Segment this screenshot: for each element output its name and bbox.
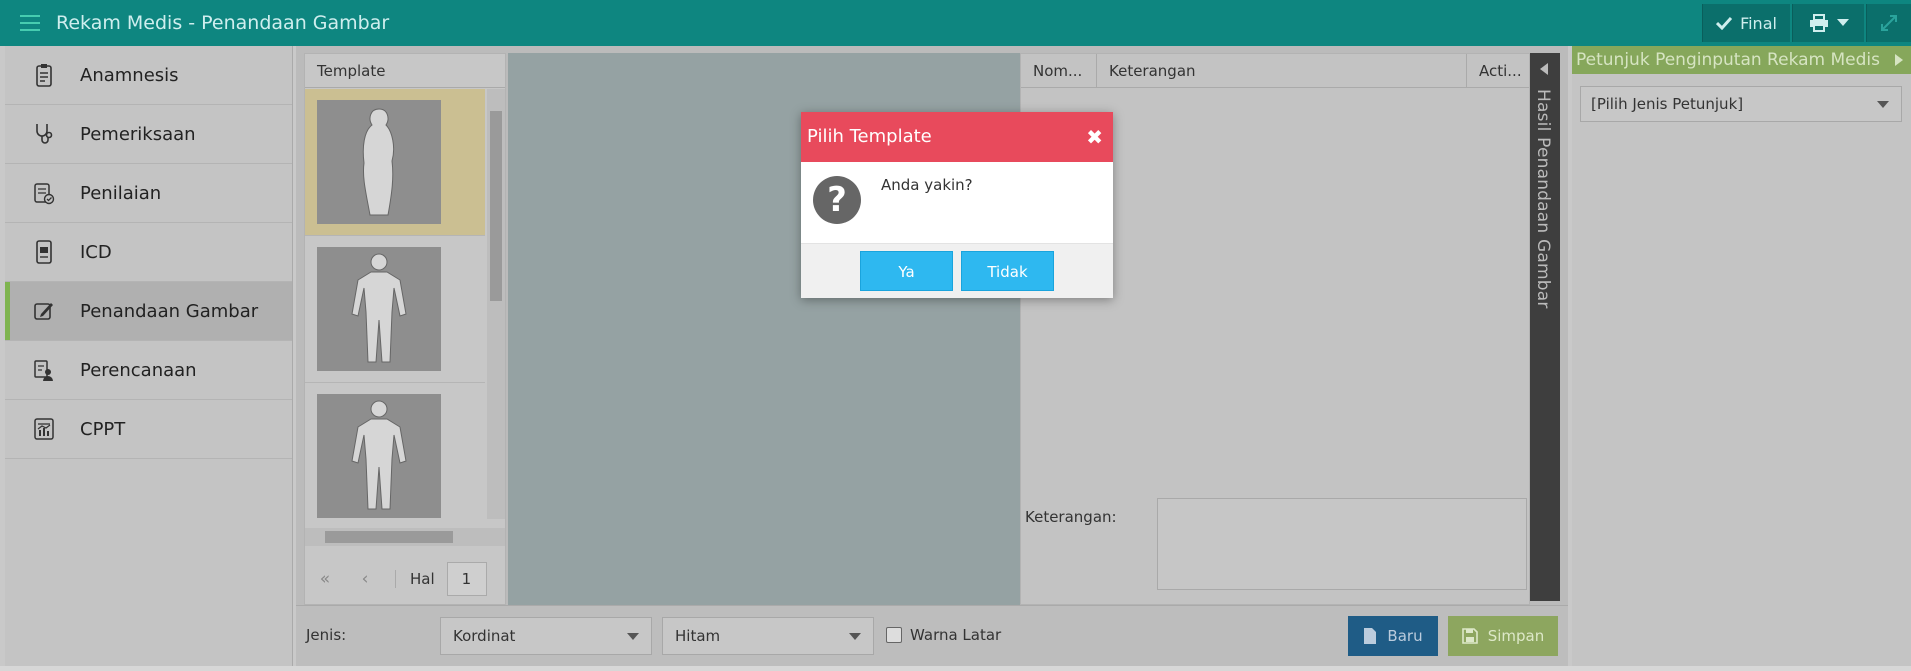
expand-icon	[1881, 15, 1897, 31]
help-panel-title: Petunjuk Penginputan Rekam Medis	[1576, 50, 1880, 70]
keterangan-textarea[interactable]	[1157, 498, 1527, 590]
sidebar-item-label: Penilaian	[80, 182, 162, 204]
caret-down-icon	[1836, 19, 1849, 26]
keterangan-label: Keterangan:	[1025, 508, 1117, 526]
sidebar-item-pemeriksaan[interactable]: Pemeriksaan	[5, 105, 292, 164]
final-button[interactable]: Final	[1702, 4, 1790, 42]
color-select[interactable]: Hitam	[662, 617, 874, 655]
dialog-body: ? Anda yakin?	[801, 162, 1113, 244]
sidebar-item-penandaan-gambar[interactable]: Penandaan Gambar	[5, 282, 292, 341]
checkbox-label: Warna Latar	[910, 626, 1002, 644]
close-icon[interactable]: ✖	[1086, 112, 1103, 162]
expand-button[interactable]	[1866, 4, 1911, 42]
template-list	[305, 89, 485, 519]
checkbox-box[interactable]	[886, 627, 902, 643]
clipboard-icon	[36, 64, 52, 87]
column-header-keterangan[interactable]: Keterangan	[1097, 54, 1467, 87]
first-page-icon[interactable]: «	[305, 569, 345, 589]
hasil-penandaan-side-tab[interactable]: Hasil Penandaan Gambar	[1530, 53, 1560, 601]
file-icon	[1364, 628, 1377, 644]
save-button-label: Simpan	[1487, 627, 1545, 645]
collapse-left-icon[interactable]	[1540, 63, 1548, 75]
template-thumbnail	[317, 247, 441, 371]
template-item[interactable]	[305, 89, 485, 236]
dialog-title: Pilih Template	[807, 126, 932, 147]
grid-header: Nom... Keterangan Acti...	[1021, 54, 1529, 88]
sidebar-item-label: ICD	[80, 241, 112, 263]
question-icon: ?	[813, 176, 861, 224]
caret-down-icon	[849, 633, 861, 640]
window-title: Rekam Medis - Penandaan Gambar	[56, 12, 390, 34]
dialog-header: Pilih Template ✖	[801, 112, 1113, 162]
page-number-input[interactable]: 1	[446, 562, 487, 596]
edit-image-icon	[34, 303, 53, 320]
background-color-checkbox[interactable]: Warna Latar	[886, 626, 1001, 644]
new-button[interactable]: Baru	[1348, 616, 1438, 656]
assessment-icon	[34, 183, 55, 205]
template-thumbnail	[317, 394, 441, 518]
sidebar-item-icd[interactable]: ICD	[5, 223, 292, 282]
template-pager: « ‹ Hal 1	[305, 554, 505, 604]
save-button[interactable]: Simpan	[1448, 616, 1558, 656]
side-tab-label: Hasil Penandaan Gambar	[1533, 89, 1553, 309]
column-header-action[interactable]: Acti...	[1467, 54, 1529, 87]
jenis-label: Jenis:	[306, 626, 347, 644]
sidebar-item-perencanaan[interactable]: Perencanaan	[5, 341, 292, 400]
save-icon	[1461, 628, 1478, 644]
column-header-nomor[interactable]: Nom...	[1021, 54, 1097, 87]
sidebar-item-label: CPPT	[80, 418, 126, 440]
final-button-label: Final	[1740, 13, 1777, 33]
expand-right-icon[interactable]	[1895, 54, 1903, 66]
stethoscope-icon	[36, 124, 53, 144]
sidebar: Anamnesis Pemeriksaan Penilaian ICD Pena…	[5, 46, 293, 666]
template-item[interactable]	[305, 236, 485, 383]
sidebar-item-cppt[interactable]: CPPT	[5, 400, 292, 459]
caret-down-icon	[627, 633, 639, 640]
chart-report-icon	[34, 418, 54, 440]
sidebar-item-label: Penandaan Gambar	[80, 300, 259, 322]
sidebar-item-anamnesis[interactable]: Anamnesis	[5, 46, 292, 105]
jenis-select-value: Kordinat	[453, 627, 516, 645]
page-label: Hal	[395, 570, 435, 588]
template-item[interactable]	[305, 383, 485, 519]
sidebar-item-label: Pemeriksaan	[80, 123, 196, 145]
template-thumbnail	[317, 100, 441, 224]
help-panel-header[interactable]: Petunjuk Penginputan Rekam Medis	[1572, 46, 1911, 74]
caret-down-icon	[1877, 101, 1889, 108]
help-panel: Petunjuk Penginputan Rekam Medis [Pilih …	[1572, 46, 1911, 666]
help-type-select[interactable]: [Pilih Jenis Petunjuk]	[1580, 86, 1902, 122]
sidebar-item-penilaian[interactable]: Penilaian	[5, 164, 292, 223]
previous-page-icon[interactable]: ‹	[345, 569, 385, 589]
yes-button[interactable]: Ya	[860, 251, 953, 291]
icd-document-icon	[36, 240, 52, 264]
color-select-value: Hitam	[675, 627, 721, 645]
template-vertical-scrollbar[interactable]	[487, 89, 505, 519]
title-bar: Rekam Medis - Penandaan Gambar Final	[0, 0, 1911, 46]
confirm-dialog: Pilih Template ✖ ? Anda yakin? Ya Tidak	[801, 112, 1113, 298]
check-icon	[1716, 16, 1733, 30]
dialog-message: Anda yakin?	[881, 176, 973, 194]
hamburger-menu-icon[interactable]	[20, 15, 40, 31]
template-panel-header: Template	[305, 54, 505, 88]
template-panel: Template « ‹ Hal 1	[304, 53, 506, 605]
print-icon	[1809, 14, 1828, 32]
help-type-select-value: [Pilih Jenis Petunjuk]	[1591, 95, 1744, 113]
sidebar-item-label: Anamnesis	[80, 64, 179, 86]
template-horizontal-scrollbar[interactable]	[305, 528, 505, 546]
print-menu-button[interactable]	[1792, 4, 1864, 42]
no-button[interactable]: Tidak	[961, 251, 1054, 291]
jenis-select[interactable]: Kordinat	[440, 617, 652, 655]
new-button-label: Baru	[1387, 627, 1423, 645]
dialog-footer: Ya Tidak	[801, 244, 1113, 298]
window-bottom-edge	[0, 666, 1911, 671]
bottom-toolbar: Jenis: Kordinat Hitam Warna Latar Baru S…	[296, 605, 1568, 666]
sidebar-item-label: Perencanaan	[80, 359, 197, 381]
planning-icon	[34, 360, 53, 381]
